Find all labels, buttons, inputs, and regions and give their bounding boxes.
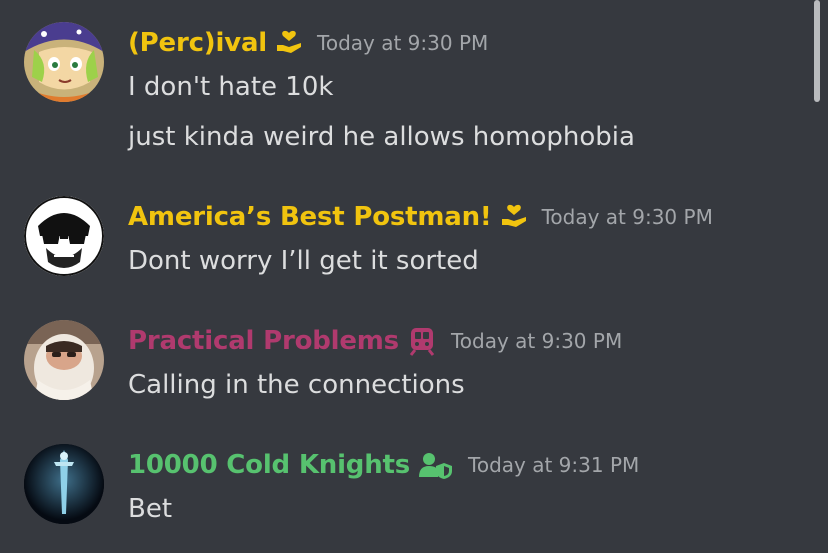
message-text: just kinda weird he allows homophobia — [128, 122, 635, 152]
train-icon[interactable] — [407, 326, 437, 356]
timestamp[interactable]: Today at 9:30 PM — [542, 205, 713, 229]
message-text: Bet — [128, 494, 173, 524]
username[interactable]: America’s Best Postman! — [128, 202, 492, 232]
avatar[interactable] — [24, 196, 104, 276]
avatar[interactable] — [24, 320, 104, 400]
message-text: Calling in the connections — [128, 370, 465, 400]
username[interactable]: Practical Problems — [128, 326, 399, 356]
message-text: I don't hate 10k — [128, 72, 334, 102]
hand-heart-icon[interactable] — [500, 203, 528, 231]
user-shield-icon[interactable] — [418, 451, 454, 479]
avatar[interactable] — [24, 22, 104, 102]
scrollbar-thumb[interactable] — [814, 0, 820, 102]
timestamp[interactable]: Today at 9:30 PM — [317, 31, 488, 55]
username[interactable]: 10000 Cold Knights — [128, 450, 410, 480]
username[interactable]: (Perc)ival — [128, 28, 267, 58]
message-text: Dont worry I’ll get it sorted — [128, 246, 479, 276]
avatar[interactable] — [24, 444, 104, 524]
timestamp[interactable]: Today at 9:30 PM — [451, 329, 622, 353]
timestamp[interactable]: Today at 9:31 PM — [468, 453, 639, 477]
hand-heart-icon[interactable] — [275, 29, 303, 57]
